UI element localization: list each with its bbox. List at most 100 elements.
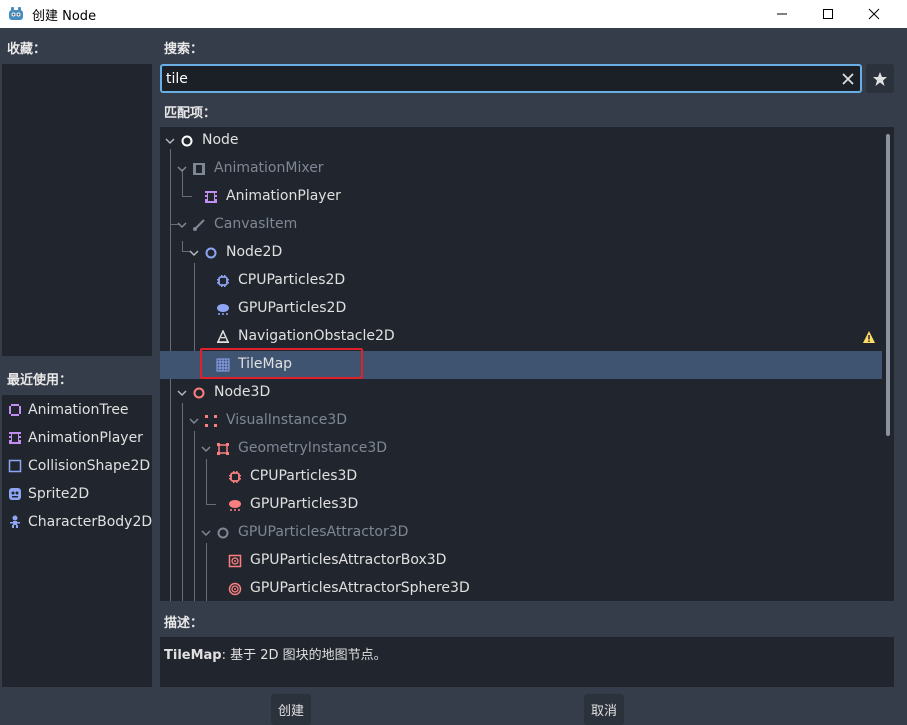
tree-item-gpu-particles-attractor-box-3d[interactable]: GPUParticlesAttractorBox3D <box>160 547 882 575</box>
cpu-particles-3d-icon <box>229 471 241 483</box>
chevron-down-icon <box>189 418 199 425</box>
description-text: : 基于 2D 图块的地图节点。 <box>221 648 387 663</box>
tree-item-label: CPUParticles2D <box>238 272 346 288</box>
chevron-down-icon <box>177 390 187 397</box>
search-input[interactable] <box>166 68 826 89</box>
animation-mixer-icon <box>193 163 205 175</box>
tree-item-node[interactable]: Node <box>160 127 882 155</box>
tree-item-label: VisualInstance3D <box>226 412 348 428</box>
minimize-icon <box>777 13 787 15</box>
matches-label: 匹配项： <box>164 106 217 121</box>
brush-icon <box>193 219 205 231</box>
recent-item-label: Sprite2D <box>28 486 90 502</box>
tree-item-label: CanvasItem <box>214 216 298 232</box>
window-title: 创建 Node <box>32 8 97 24</box>
favorites-list[interactable] <box>2 64 152 356</box>
tree-item-cpu-particles-3d[interactable]: CPUParticles3D <box>160 463 882 491</box>
description-label: 描述： <box>164 616 204 631</box>
chevron-down-icon <box>165 138 175 145</box>
chevron-down-icon <box>201 446 211 453</box>
navigation-obstacle-icon <box>216 330 230 343</box>
recent-item-label: CollisionShape2D <box>28 458 151 474</box>
close-icon <box>868 8 880 20</box>
attractor-icon <box>217 527 229 539</box>
clear-x-icon <box>842 73 854 85</box>
tree-item-label: GPUParticlesAttractor3D <box>238 524 409 540</box>
recent-item-label: AnimationTree <box>28 402 129 418</box>
recent-item-character-body-2d[interactable]: CharacterBody2D <box>2 508 152 536</box>
node-circle-white-icon <box>181 135 193 147</box>
favorites-label: 收藏： <box>7 42 47 57</box>
tree-item-label: TileMap <box>238 356 293 372</box>
cpu-particles-2d-icon <box>217 275 229 287</box>
cancel-button[interactable]: 取消 <box>584 694 624 725</box>
clear-search-button[interactable] <box>838 69 858 89</box>
description-node-name: TileMap <box>164 648 222 663</box>
node2d-circle-icon <box>205 247 217 259</box>
tree-item-label: NavigationObstacle2D <box>238 328 395 344</box>
animation-player-icon <box>9 432 21 444</box>
collision-shape-icon <box>8 459 22 473</box>
visual-instance-icon <box>205 415 217 427</box>
minimize-button[interactable] <box>759 0 805 28</box>
tree-scrollbar[interactable] <box>886 134 890 436</box>
tree-item-label: GPUParticlesAttractorSphere3D <box>250 580 470 596</box>
recent-item-label: AnimationPlayer <box>28 430 143 446</box>
tree-item-node3d[interactable]: Node3D <box>160 379 882 407</box>
create-button[interactable]: 创建 <box>271 694 311 725</box>
chevron-down-icon <box>177 166 187 173</box>
tree-item-animation-player[interactable]: AnimationPlayer <box>160 183 882 211</box>
matches-tree[interactable]: Node AnimationMixer AnimationPlayer Canv… <box>160 127 894 601</box>
gpu-particles-2d-icon <box>217 304 229 315</box>
tree-item-navigation-obstacle-2d[interactable]: NavigationObstacle2D <box>160 323 882 351</box>
chevron-down-icon <box>201 530 211 537</box>
warning-icon <box>863 331 875 343</box>
tree-item-label: Node2D <box>226 244 283 260</box>
tree-item-gpu-particles-attractor-3d[interactable]: GPUParticlesAttractor3D <box>160 519 882 547</box>
node3d-circle-icon <box>193 387 205 399</box>
tree-item-label: GPUParticles3D <box>250 496 359 512</box>
tree-item-gpu-particles-3d[interactable]: GPUParticles3D <box>160 491 882 519</box>
tree-item-label: AnimationPlayer <box>226 188 341 204</box>
animation-player-icon <box>205 191 217 203</box>
godot-logo-icon <box>9 7 23 20</box>
star-icon <box>873 71 887 86</box>
tree-item-geometry-instance-3d[interactable]: GeometryInstance3D <box>160 435 882 463</box>
tree-item-node2d[interactable]: Node2D <box>160 239 882 267</box>
recent-item-label: CharacterBody2D <box>28 514 153 530</box>
recent-item-animation-tree[interactable]: AnimationTree <box>2 396 152 424</box>
tree-item-label: GeometryInstance3D <box>238 440 388 456</box>
search-label: 搜索： <box>164 42 204 57</box>
attractor-sphere-icon <box>228 582 242 596</box>
tree-item-tilemap[interactable]: TileMap <box>160 351 882 379</box>
maximize-button[interactable] <box>805 0 851 28</box>
favorite-toggle-button[interactable] <box>866 64 894 93</box>
sprite-icon <box>9 488 21 500</box>
geometry-instance-icon <box>217 443 229 455</box>
chevron-down-icon <box>177 222 187 229</box>
tree-item-label: GPUParticles2D <box>238 300 347 316</box>
tilemap-grid-icon <box>216 358 230 372</box>
tree-item-label: AnimationMixer <box>214 160 324 176</box>
recent-item-sprite-2d[interactable]: Sprite2D <box>2 480 152 508</box>
close-window-button[interactable] <box>851 0 897 28</box>
tree-item-label: Node3D <box>214 384 271 400</box>
tree-item-canvas-item[interactable]: CanvasItem <box>160 211 882 239</box>
recent-item-collision-shape-2d[interactable]: CollisionShape2D <box>2 452 152 480</box>
title-bar: 创建 Node <box>0 0 907 28</box>
recent-item-animation-player[interactable]: AnimationPlayer <box>2 424 152 452</box>
character-body-icon <box>10 515 20 528</box>
tree-item-animation-mixer[interactable]: AnimationMixer <box>160 155 882 183</box>
maximize-icon <box>823 9 833 19</box>
gpu-particles-3d-icon <box>229 500 241 511</box>
tree-item-cpu-particles-2d[interactable]: CPUParticles2D <box>160 267 882 295</box>
tree-item-label: GPUParticlesAttractorBox3D <box>250 552 447 568</box>
search-field[interactable] <box>160 64 862 93</box>
tree-item-label: Node <box>202 132 239 148</box>
tree-item-gpu-particles-attractor-sphere-3d[interactable]: GPUParticlesAttractorSphere3D <box>160 575 882 601</box>
tree-item-visual-instance-3d[interactable]: VisualInstance3D <box>160 407 882 435</box>
description-panel: TileMap: 基于 2D 图块的地图节点。 <box>160 637 894 687</box>
tree-item-gpu-particles-2d[interactable]: GPUParticles2D <box>160 295 882 323</box>
recent-label: 最近使用： <box>7 373 73 388</box>
chevron-down-icon <box>189 250 199 257</box>
